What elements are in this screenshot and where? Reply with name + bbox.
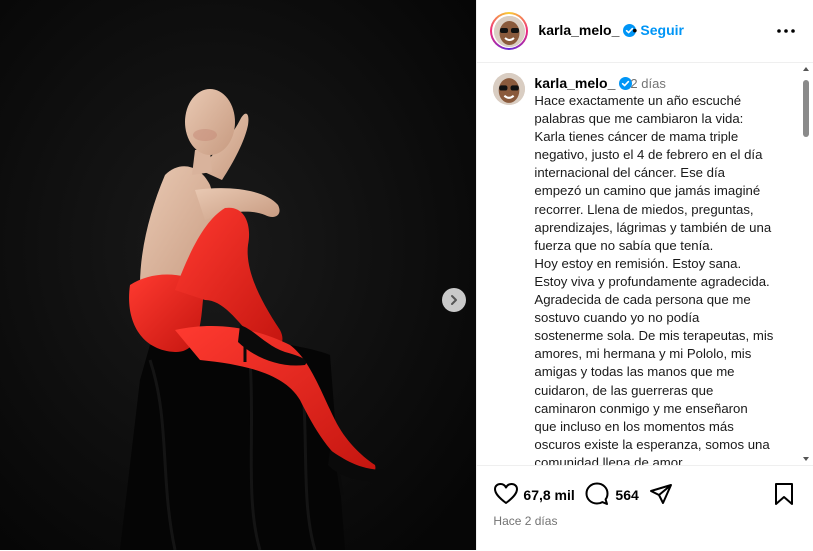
comment-icon[interactable] [584, 481, 610, 507]
caption-username-text[interactable]: karla_melo_ [534, 75, 615, 91]
scroll-thumb[interactable] [803, 80, 810, 137]
caption-text: Hace exactamente un año escuché palabras… [534, 93, 774, 465]
caption-timestamp[interactable]: 2 días [630, 76, 665, 91]
post-date[interactable]: Hace 2 días [493, 514, 557, 528]
comment-count[interactable]: 564 [615, 487, 638, 503]
next-media-button[interactable] [442, 288, 466, 312]
avatar-image [493, 15, 525, 47]
share-icon[interactable] [649, 482, 673, 506]
caption-avatar[interactable] [493, 73, 526, 105]
follow-button[interactable]: Seguir [640, 22, 684, 38]
scroll-up-icon[interactable] [802, 65, 810, 73]
caption-section: karla_melo_ 2 días Hace exactamente un a… [477, 63, 813, 465]
author-username[interactable]: karla_melo_ [538, 22, 637, 38]
heart-icon[interactable] [493, 482, 519, 506]
author-username-text[interactable]: karla_melo_ [538, 22, 619, 38]
like-count[interactable]: 67,8 mil [523, 487, 574, 503]
scroll-down-icon[interactable] [802, 455, 810, 463]
instagram-post: karla_melo_ • Seguir karla_melo_ 2 días … [0, 0, 813, 550]
post-sidebar: karla_melo_ • Seguir karla_melo_ 2 días … [476, 0, 813, 550]
chevron-right-icon [451, 295, 457, 305]
post-photo [0, 0, 477, 550]
caption-scrollbar[interactable] [800, 63, 812, 465]
bookmark-icon[interactable] [773, 482, 795, 506]
post-media[interactable] [0, 0, 477, 550]
post-actions: 67,8 mil 564 Hace 2 días [477, 465, 813, 551]
more-options-icon[interactable] [775, 21, 797, 41]
post-header: karla_melo_ • Seguir [477, 0, 813, 63]
caption-username[interactable]: karla_melo_ [534, 75, 633, 91]
header-separator: • [632, 22, 638, 38]
caption-avatar-image [493, 73, 526, 105]
author-avatar[interactable] [490, 12, 529, 50]
